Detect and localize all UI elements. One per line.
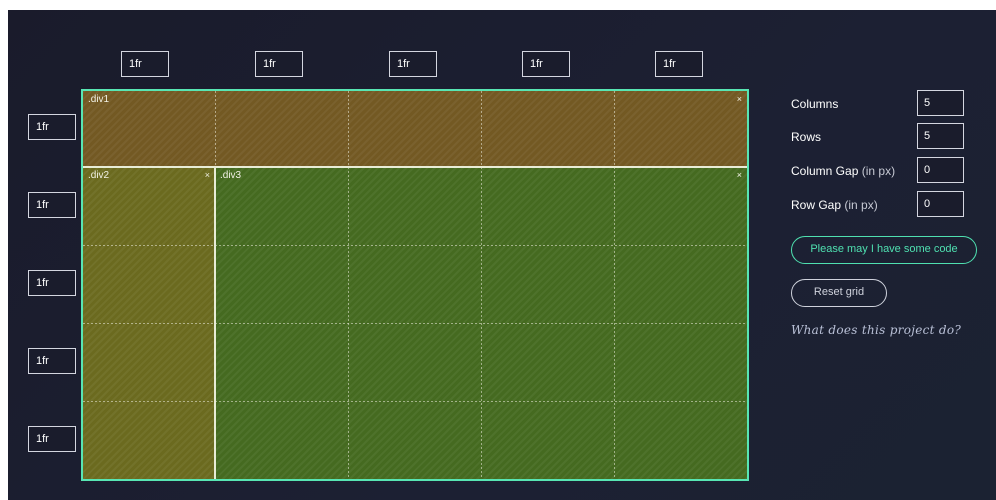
about-project-link[interactable]: What does this project do? bbox=[791, 323, 961, 337]
remove-area-icon[interactable]: × bbox=[737, 170, 742, 180]
row-gap-input[interactable]: 0 bbox=[917, 191, 964, 217]
remove-area-icon[interactable]: × bbox=[205, 170, 210, 180]
row-track-input-1[interactable]: 1fr bbox=[28, 114, 76, 140]
columns-input[interactable]: 5 bbox=[917, 90, 964, 116]
rows-control: Rows 5 bbox=[791, 123, 991, 153]
grid-area-div1[interactable]: .div1 × bbox=[83, 91, 747, 167]
row-gap-label: Row Gap (in px) bbox=[791, 198, 878, 212]
column-track-input-5[interactable]: 1fr bbox=[655, 51, 703, 77]
grid-area-label: .div1 bbox=[88, 94, 110, 105]
area-separator-vertical bbox=[214, 167, 216, 479]
column-gap-control: Column Gap (in px) 0 bbox=[791, 157, 991, 187]
grid-area-label: .div3 bbox=[220, 170, 242, 181]
remove-area-icon[interactable]: × bbox=[737, 94, 742, 104]
reset-grid-button[interactable]: Reset grid bbox=[791, 279, 887, 307]
column-gap-label: Column Gap (in px) bbox=[791, 164, 896, 178]
get-code-button[interactable]: Please may I have some code bbox=[791, 236, 977, 264]
columns-control: Columns 5 bbox=[791, 90, 991, 120]
row-track-input-4[interactable]: 1fr bbox=[28, 348, 76, 374]
area-separator-horizontal bbox=[83, 166, 747, 168]
rows-label: Rows bbox=[791, 130, 822, 144]
column-track-input-4[interactable]: 1fr bbox=[522, 51, 570, 77]
row-track-input-5[interactable]: 1fr bbox=[28, 426, 76, 452]
grid-area-div2[interactable]: .div2 × bbox=[83, 167, 215, 479]
column-track-input-1[interactable]: 1fr bbox=[121, 51, 169, 77]
row-gap-control: Row Gap (in px) 0 bbox=[791, 191, 991, 221]
grid-area-label: .div2 bbox=[88, 170, 110, 181]
rows-input[interactable]: 5 bbox=[917, 123, 964, 149]
grid-area-div3[interactable]: .div3 × bbox=[215, 167, 747, 479]
row-track-input-2[interactable]: 1fr bbox=[28, 192, 76, 218]
column-track-input-2[interactable]: 1fr bbox=[255, 51, 303, 77]
column-track-input-3[interactable]: 1fr bbox=[389, 51, 437, 77]
grid-generator-app: 1fr 1fr 1fr 1fr 1fr 1fr 1fr 1fr 1fr 1fr … bbox=[8, 10, 996, 500]
columns-label: Columns bbox=[791, 97, 839, 111]
row-track-input-3[interactable]: 1fr bbox=[28, 270, 76, 296]
column-gap-input[interactable]: 0 bbox=[917, 157, 964, 183]
grid-canvas[interactable]: .div1 × .div2 × .div3 × bbox=[81, 89, 749, 481]
